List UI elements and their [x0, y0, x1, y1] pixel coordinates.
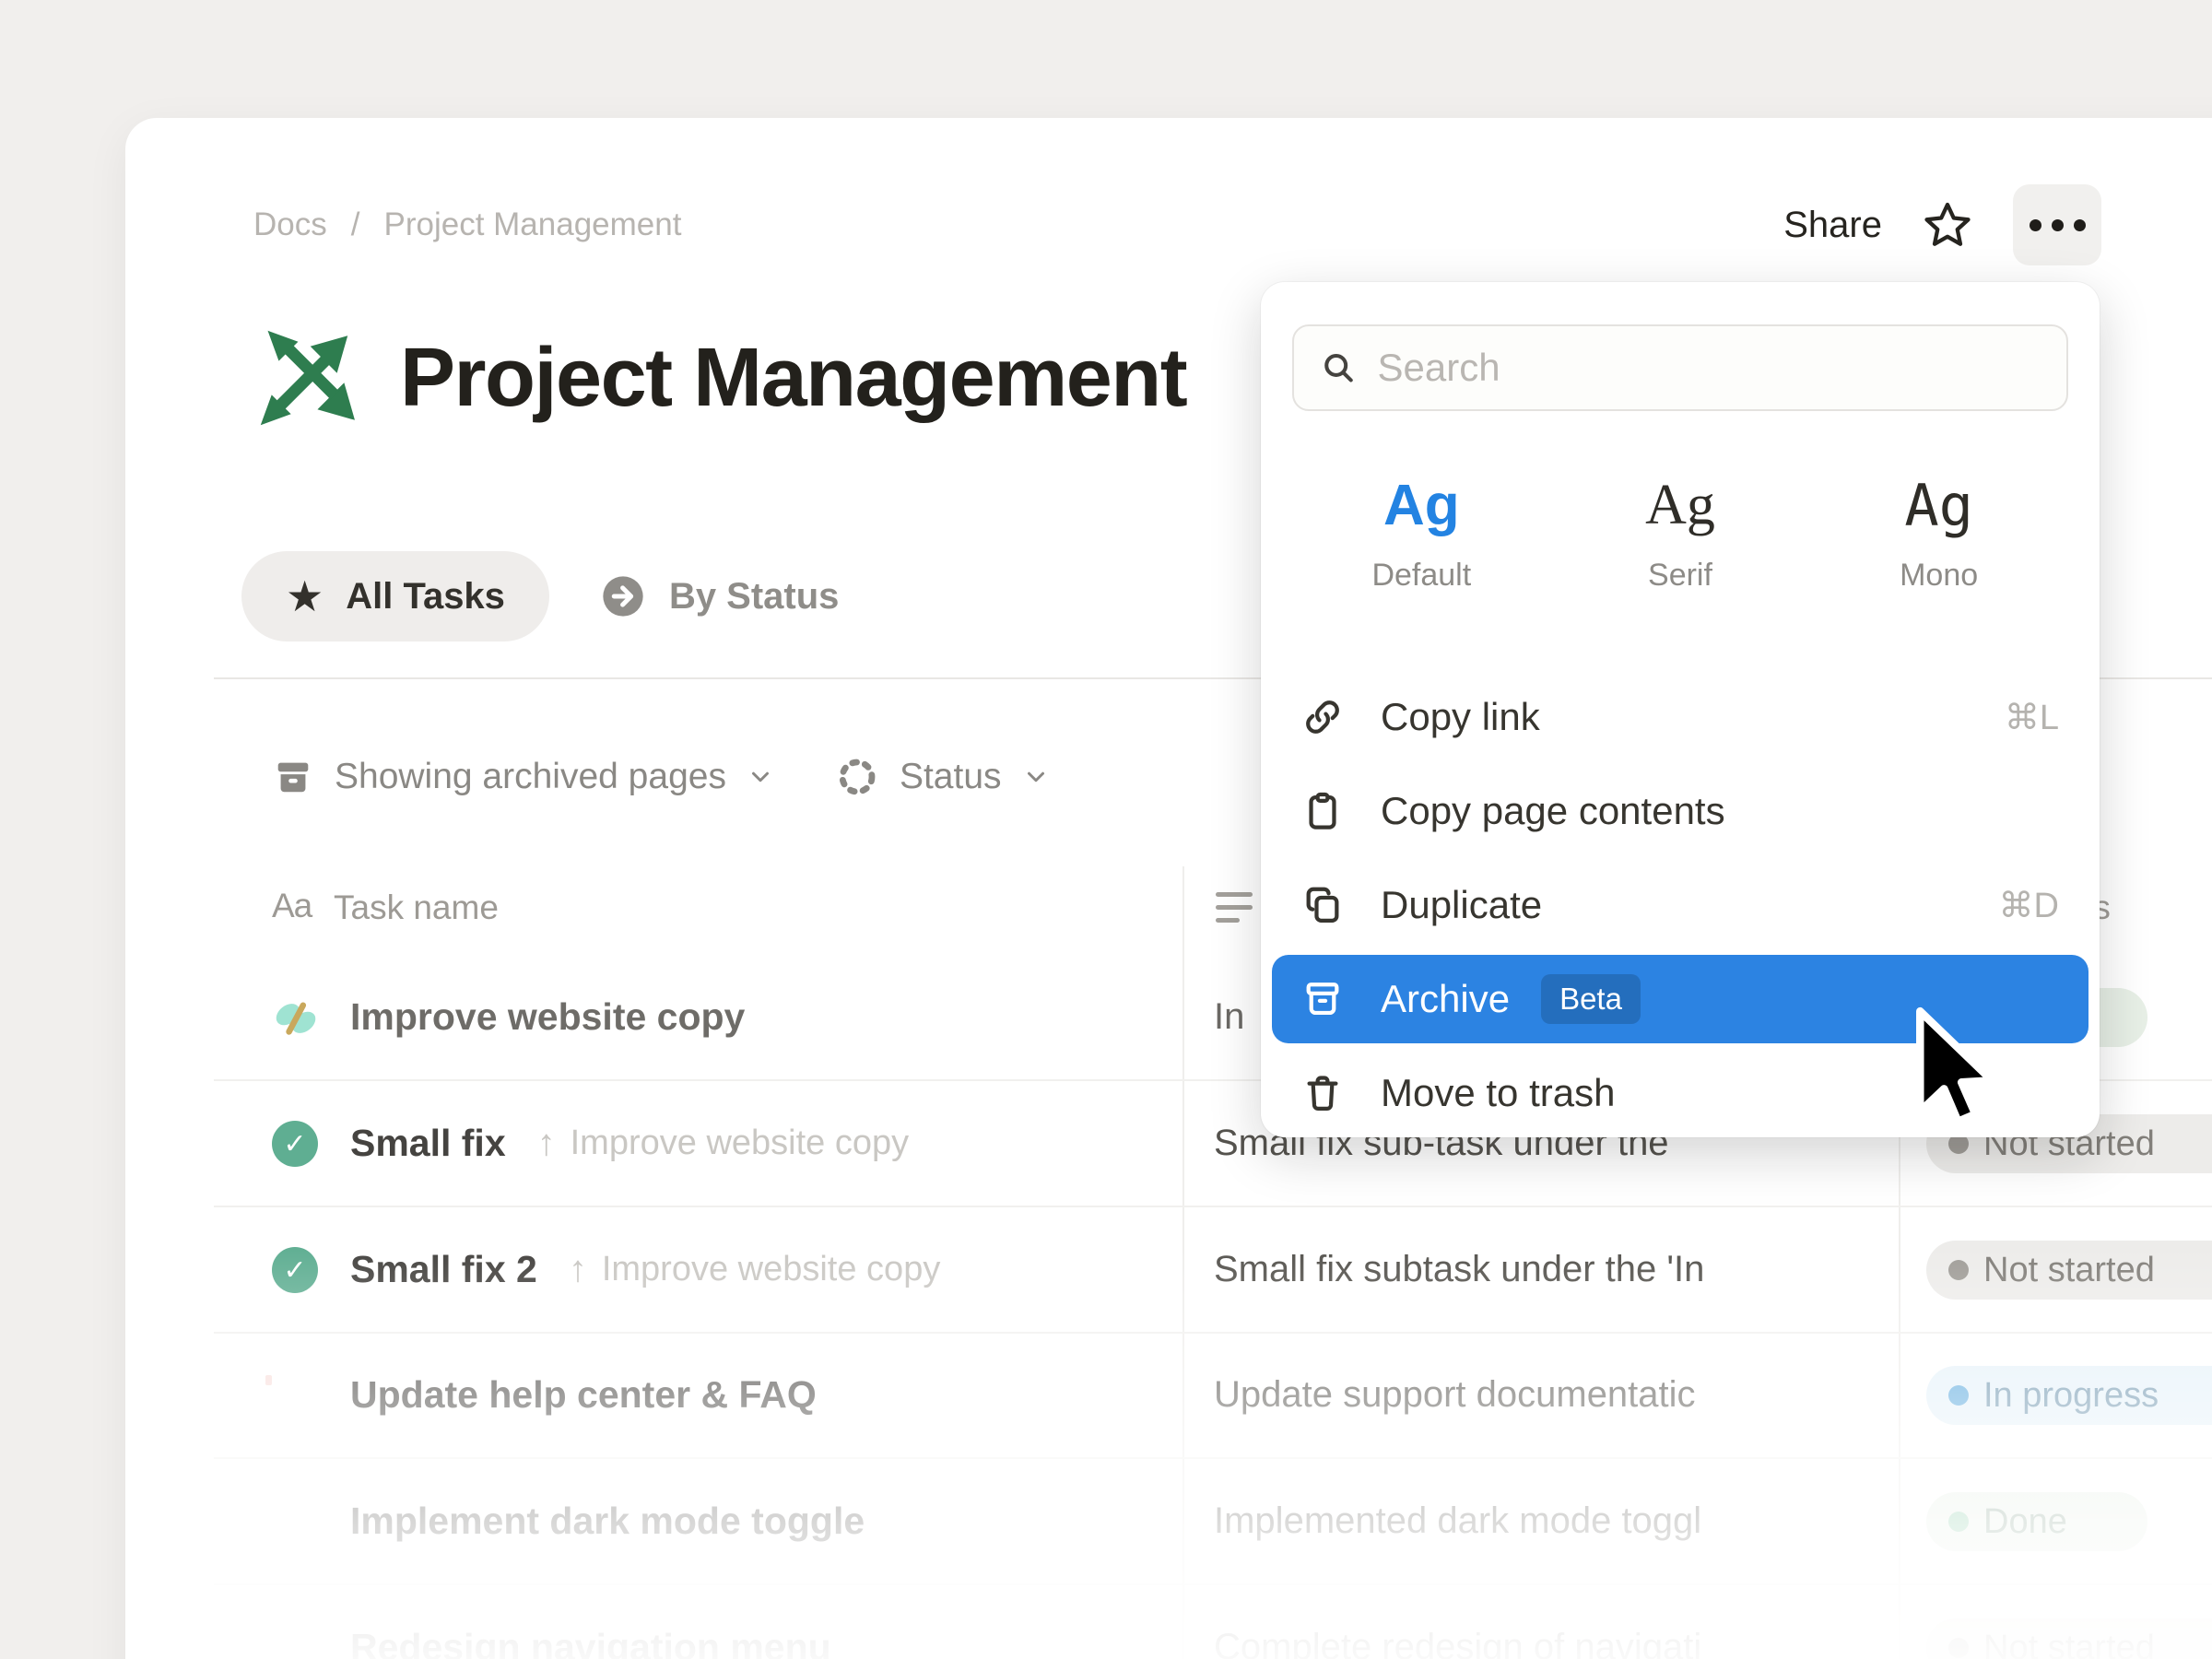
- search-icon: [1320, 347, 1357, 388]
- status-badge[interactable]: In progress: [1926, 1366, 2212, 1425]
- task-name[interactable]: Update help center & FAQ: [350, 1373, 817, 1417]
- text-lines-icon[interactable]: [1216, 892, 1253, 931]
- breadcrumb: Docs / Project Management: [253, 201, 681, 249]
- chevron-down-icon: [747, 763, 774, 791]
- menu-item-copy-link[interactable]: Copy link ⌘L: [1272, 673, 2088, 761]
- status-spinner-icon: [835, 755, 879, 799]
- menu-item-copy-page-contents[interactable]: Copy page contents: [1272, 767, 2088, 855]
- filter-bar: Showing archived pages Status: [272, 745, 1050, 809]
- font-picker: Ag Default Ag Serif Ag Mono: [1292, 463, 2068, 594]
- status-badge[interactable]: Not started: [1926, 1241, 2212, 1300]
- fairy-emoji-icon: [272, 994, 320, 1042]
- status-dot: [1948, 1512, 1969, 1532]
- status-dot: [1948, 1385, 1969, 1406]
- archive-box-icon: [272, 756, 314, 798]
- keyboard-shortcut: ⌘D: [1999, 885, 2059, 926]
- tab-by-status[interactable]: By Status: [599, 572, 840, 620]
- filter-label: Status: [900, 757, 1002, 797]
- task-name[interactable]: Small fix 2: [350, 1248, 537, 1291]
- font-option-default[interactable]: Ag Default: [1320, 463, 1523, 594]
- status-badge[interactable]: Done: [1926, 1492, 2147, 1551]
- menu-search[interactable]: [1292, 324, 2068, 411]
- table-row[interactable]: ✓ Small fix 2 ↑ Improve website copy Sma…: [214, 1207, 2212, 1334]
- check-circle-icon: ✓: [272, 1121, 320, 1169]
- parent-task-link[interactable]: ↑ Improve website copy: [537, 1123, 910, 1164]
- status-badge[interactable]: Not started: [1926, 1618, 2212, 1659]
- tab-label: By Status: [669, 576, 840, 618]
- task-name[interactable]: Implement dark mode toggle: [350, 1500, 865, 1543]
- parent-task-link[interactable]: ↑ Improve website copy: [569, 1249, 941, 1290]
- text-type-icon: Aa: [272, 887, 312, 925]
- duplicate-icon: [1301, 884, 1344, 926]
- task-name[interactable]: Small fix: [350, 1122, 506, 1165]
- task-name[interactable]: Improve website copy: [350, 995, 745, 1039]
- breadcrumb-project-management[interactable]: Project Management: [383, 206, 681, 243]
- page-title-row: Project Management: [251, 318, 1186, 438]
- status-dot: [1948, 1260, 1969, 1280]
- keyboard-shortcut: ⌘L: [2005, 697, 2059, 738]
- table-row[interactable]: Implement dark mode toggle Implemented d…: [214, 1459, 2212, 1585]
- clipboard-icon: [1301, 790, 1344, 832]
- task-description[interactable]: Small fix subtask under the 'In: [1214, 1207, 1887, 1332]
- more-options-icon: [2030, 219, 2041, 231]
- task-description[interactable]: Complete redesign of navigati: [1214, 1585, 1887, 1659]
- breadcrumb-separator: /: [351, 206, 360, 243]
- filter-status[interactable]: Status: [835, 755, 1050, 799]
- font-option-serif[interactable]: Ag Serif: [1579, 463, 1782, 594]
- menu-item-duplicate[interactable]: Duplicate ⌘D: [1272, 861, 2088, 949]
- font-option-mono[interactable]: Ag Mono: [1838, 463, 2041, 594]
- arrow-up-icon: ↑: [537, 1123, 556, 1164]
- favorite-star-icon[interactable]: [1919, 197, 1976, 253]
- topbar-actions: Share: [1714, 182, 2101, 267]
- arrow-circle-icon: [599, 572, 647, 620]
- red-book-emoji-icon: [272, 1372, 320, 1420]
- task-description[interactable]: Update support documentatic: [1214, 1333, 1887, 1457]
- status-dot: [1948, 1638, 1969, 1658]
- ninja-emoji-icon: [272, 1499, 320, 1547]
- mouse-cursor: [1900, 1003, 1996, 1137]
- table-row[interactable]: Redesign navigation menu Complete redesi…: [214, 1585, 2212, 1659]
- star-icon: ★: [286, 575, 324, 618]
- breadcrumb-docs[interactable]: Docs: [253, 206, 327, 243]
- filter-label: Showing archived pages: [335, 757, 726, 797]
- trash-icon: [1301, 1072, 1344, 1114]
- task-description[interactable]: Implemented dark mode toggl: [1214, 1459, 1887, 1583]
- tab-label: All Tasks: [346, 576, 505, 618]
- arrow-up-icon: ↑: [569, 1249, 587, 1290]
- column-header-task-name[interactable]: Task name: [334, 888, 499, 927]
- page-icon[interactable]: [251, 321, 365, 435]
- task-name[interactable]: Redesign navigation menu: [350, 1626, 831, 1659]
- share-button[interactable]: Share: [1783, 205, 1882, 246]
- check-circle-icon: ✓: [272, 1247, 320, 1295]
- notion-page: Docs / Project Management Share Proj: [0, 0, 2212, 1659]
- blue-emoji-icon: [272, 1625, 320, 1659]
- archive-icon: [1301, 978, 1344, 1020]
- tab-all-tasks[interactable]: ★ All Tasks: [241, 551, 549, 641]
- view-tabs: ★ All Tasks By Status: [241, 551, 839, 641]
- chevron-down-icon: [1022, 763, 1050, 791]
- more-options-button[interactable]: [2013, 184, 2101, 265]
- search-input[interactable]: [1377, 346, 2041, 390]
- filter-archived-pages[interactable]: Showing archived pages: [272, 756, 774, 798]
- link-icon: [1301, 696, 1344, 738]
- table-row[interactable]: Update help center & FAQ Update support …: [214, 1333, 2212, 1459]
- page-title[interactable]: Project Management: [400, 331, 1186, 426]
- beta-badge: Beta: [1541, 974, 1641, 1024]
